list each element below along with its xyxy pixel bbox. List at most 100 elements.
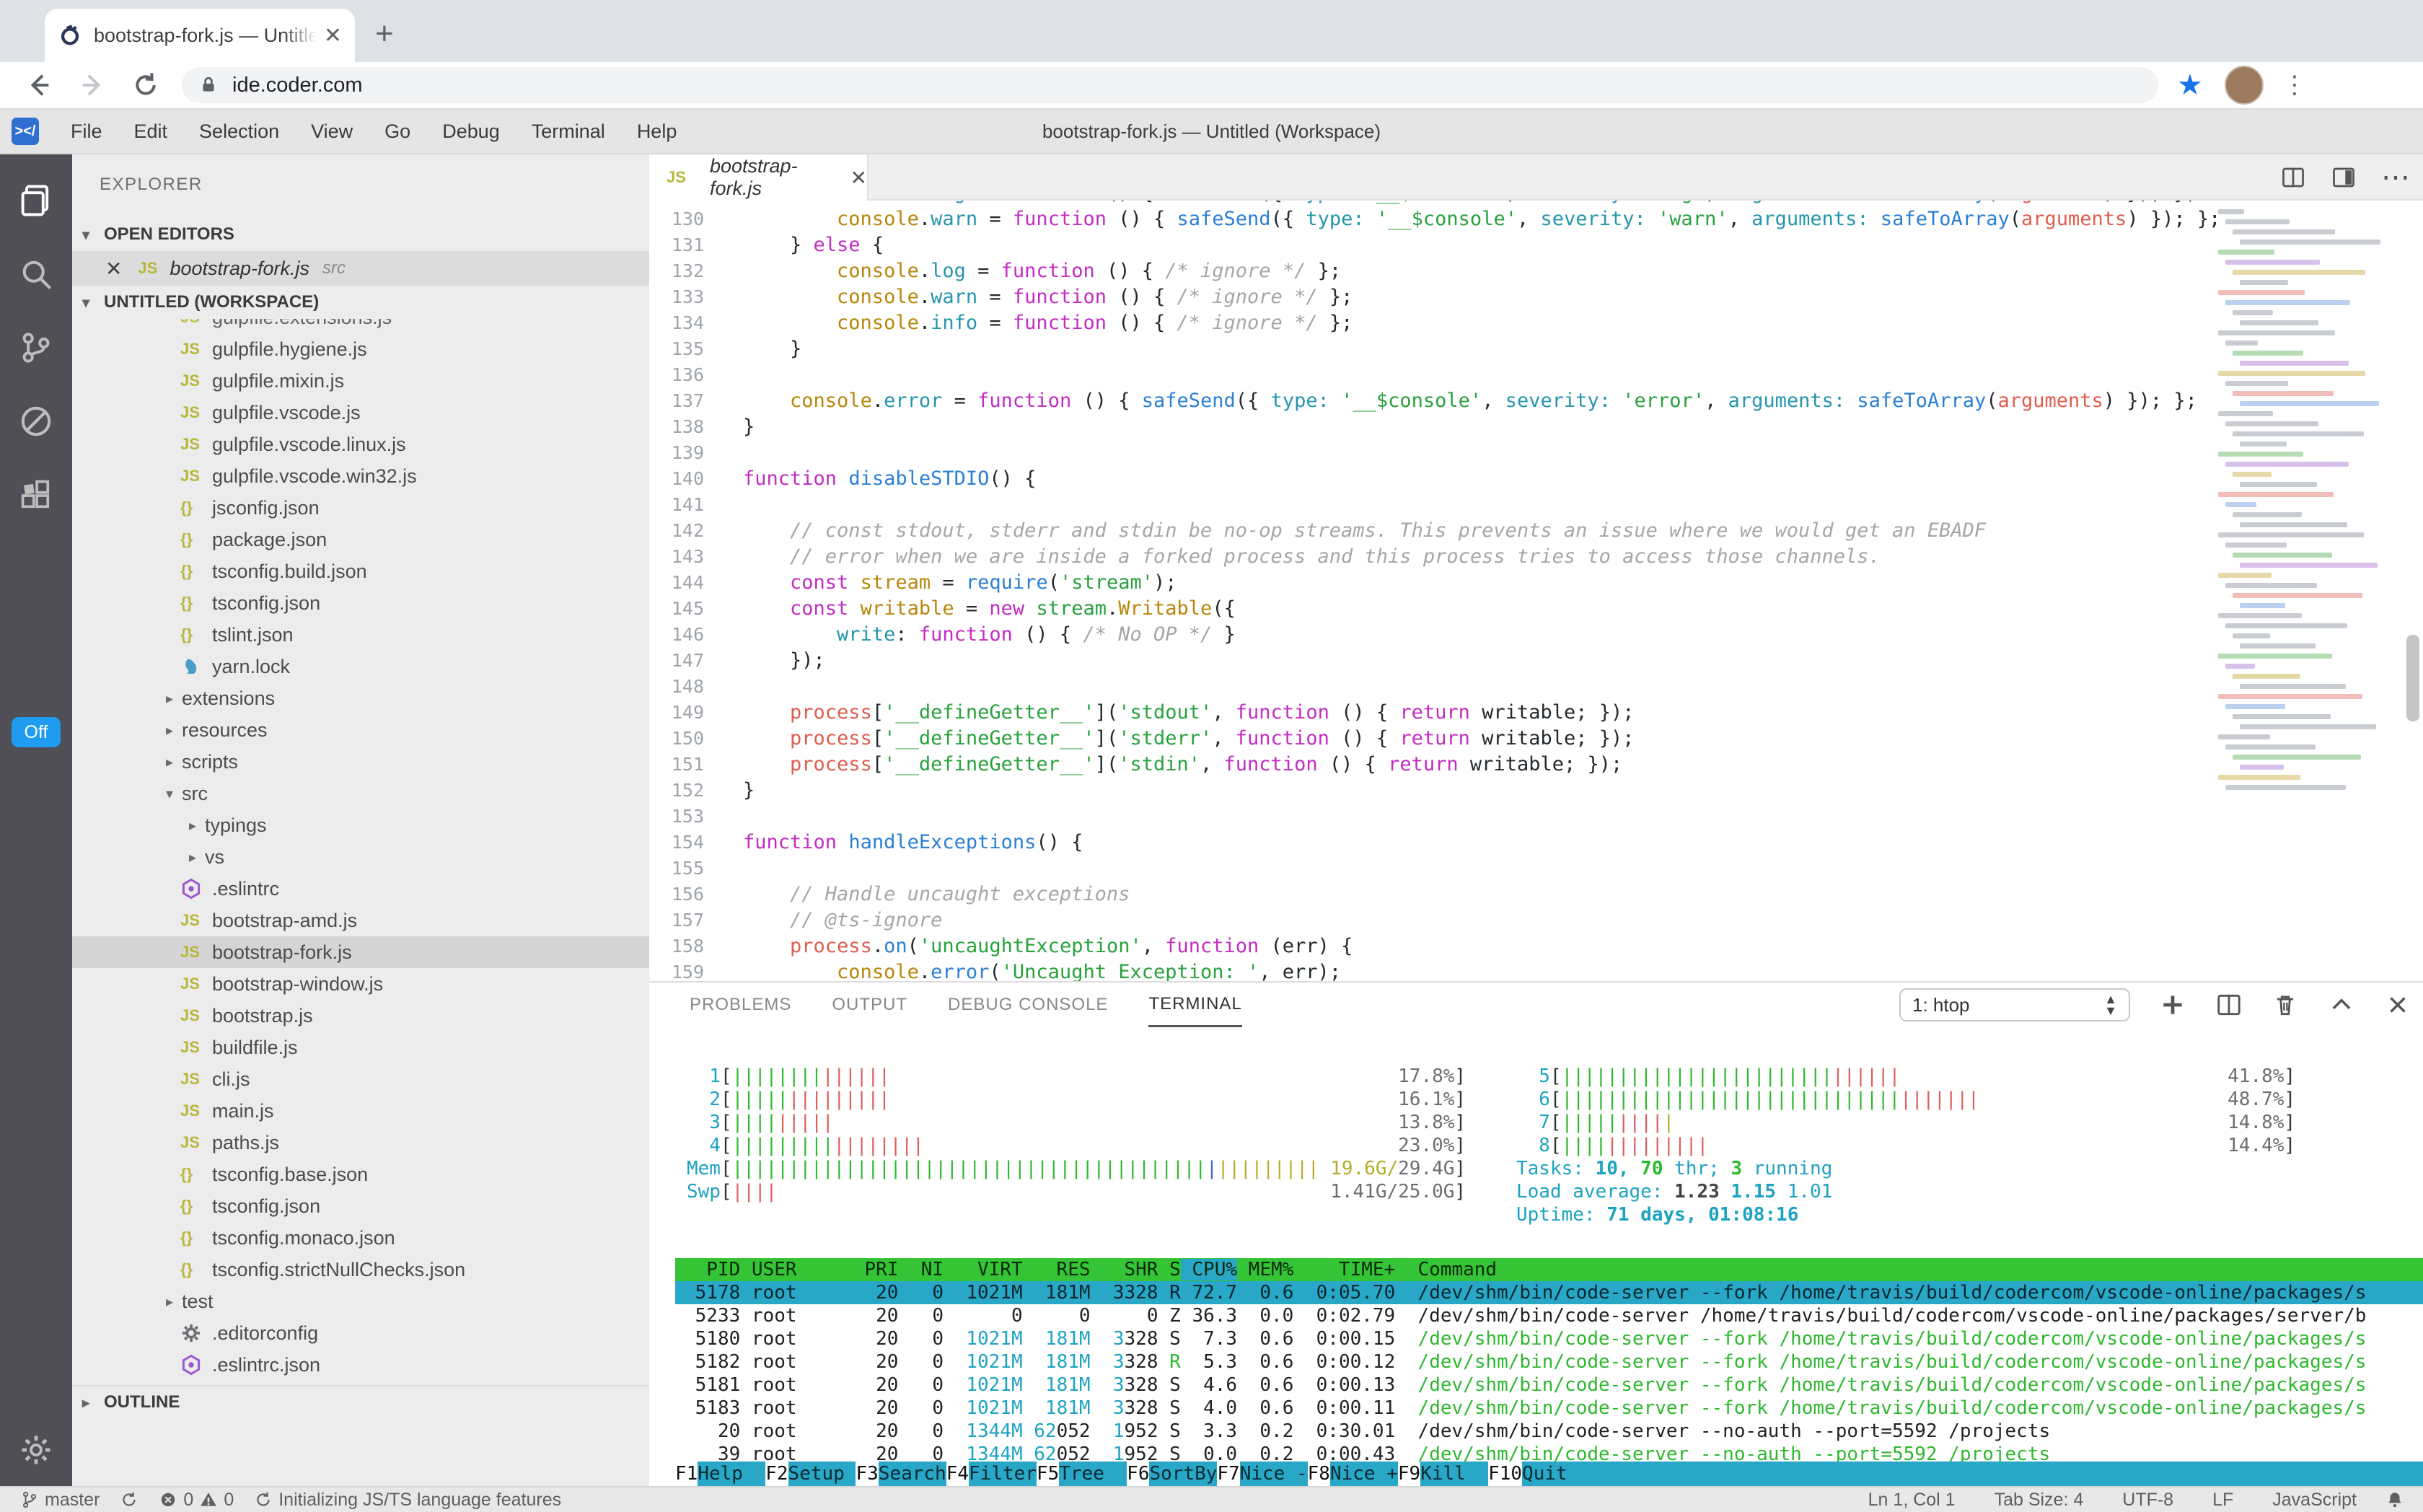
fkey-label-F6[interactable]: SortBy [1149,1462,1217,1486]
code-line-152[interactable]: 152} [649,778,2423,804]
close-panel-icon[interactable] [2384,991,2411,1019]
code-line-132[interactable]: 132 console.log = function () { /* ignor… [649,258,2423,284]
process-row-5181[interactable]: 5181 root 20 0 1021M 181M 3328 S 4.6 0.6… [675,1373,2423,1397]
browser-menu-icon[interactable]: ⋮ [2282,71,2308,100]
split-terminal-icon[interactable] [2215,991,2243,1019]
code-line-147[interactable]: 147 }); [649,648,2423,674]
sync-status[interactable] [120,1490,138,1509]
menu-item-terminal[interactable]: Terminal [532,120,605,143]
tree-folder-typings[interactable]: ▸typings [72,809,649,841]
tree-file-tsconfig.strictNullChecks.json[interactable]: {}tsconfig.strictNullChecks.json [72,1254,649,1285]
toggle-layout-icon[interactable] [2331,164,2357,190]
settings-gear-icon[interactable] [17,1431,55,1469]
tree-file-cli.js[interactable]: JScli.js [72,1063,649,1095]
process-row-5178[interactable]: 5178 root 20 0 1021M 181M 3328 R 72.7 0.… [675,1281,2423,1304]
tree-file-gulpfile.extensions.js[interactable]: JSgulpfile.extensions.js [72,319,649,333]
code-line-129[interactable]: 129 console.log = function () { safeSend… [649,201,2423,206]
forward-icon[interactable] [78,71,107,100]
explorer-icon[interactable] [17,182,55,219]
fkey-F1[interactable]: F1 [675,1462,698,1486]
tree-folder-scripts[interactable]: ▸scripts [72,746,649,778]
tree-file-bootstrap.js[interactable]: JSbootstrap.js [72,1000,649,1032]
tree-folder-extensions[interactable]: ▸extensions [72,682,649,714]
fkey-label-F4[interactable]: Filter [969,1462,1037,1486]
source-control-icon[interactable] [17,329,55,366]
code-line-154[interactable]: 154function handleExceptions() { [649,830,2423,856]
code-line-142[interactable]: 142 // const stdout, stderr and stdin be… [649,518,2423,544]
code-line-146[interactable]: 146 write: function () { /* No OP */ } [649,622,2423,648]
tree-folder-resources[interactable]: ▸resources [72,714,649,746]
menu-item-debug[interactable]: Debug [442,120,500,143]
tree-file-bootstrap-fork.js[interactable]: JSbootstrap-fork.js [72,936,649,968]
menu-item-file[interactable]: File [71,120,102,143]
online-toggle-badge[interactable]: Off [12,717,61,747]
code-line-136[interactable]: 136 [649,362,2423,388]
code-line-159[interactable]: 159 console.error('Uncaught Exception: '… [649,959,2423,981]
status-eol[interactable]: LF [2212,1490,2233,1511]
code-line-145[interactable]: 145 const writable = new stream.Writable… [649,596,2423,622]
code-editor[interactable]: 129 console.log = function () { safeSend… [649,201,2423,981]
fkey-F2[interactable]: F2 [765,1462,788,1486]
fkey-label-F1[interactable]: Help [698,1462,765,1486]
fkey-label-F7[interactable]: Nice - [1240,1462,1308,1486]
code-line-141[interactable]: 141 [649,492,2423,518]
tree-file-gulpfile.mixin.js[interactable]: JSgulpfile.mixin.js [72,365,649,397]
editor-tab-close-icon[interactable]: ✕ [850,166,867,190]
code-line-133[interactable]: 133 console.warn = function () { /* igno… [649,284,2423,310]
fkey-F3[interactable]: F3 [856,1462,878,1486]
status-cursor-position[interactable]: Ln 1, Col 1 [1868,1490,1956,1511]
tree-file-gulpfile.hygiene.js[interactable]: JSgulpfile.hygiene.js [72,333,649,365]
workspace-header[interactable]: ▾UNTITLED (WORKSPACE) [72,286,649,319]
search-icon[interactable] [17,255,55,293]
code-line-157[interactable]: 157 // @ts-ignore [649,907,2423,933]
menu-item-go[interactable]: Go [384,120,410,143]
status-language-mode[interactable]: JavaScript [2272,1490,2357,1511]
problems-status[interactable]: 0 0 [159,1490,234,1511]
code-line-158[interactable]: 158 process.on('uncaughtException', func… [649,933,2423,959]
minimap[interactable] [2218,209,2398,830]
new-terminal-icon[interactable] [2159,991,2186,1019]
new-tab-button[interactable]: + [375,16,394,52]
fkey-F8[interactable]: F8 [1308,1462,1330,1486]
fkey-F4[interactable]: F4 [946,1462,969,1486]
browser-tab[interactable]: bootstrap-fork.js — Untitled (W ✕ [45,9,355,62]
tree-file-gulpfile.vscode.js[interactable]: JSgulpfile.vscode.js [72,397,649,428]
menu-item-selection[interactable]: Selection [199,120,279,143]
code-line-138[interactable]: 138} [649,414,2423,440]
htop-output[interactable]: 1[||||||||||||||17.8%]2[||||||||||||||16… [687,1065,2423,1203]
tree-file-main.js[interactable]: JSmain.js [72,1095,649,1127]
tree-file-tsconfig.monaco.json[interactable]: {}tsconfig.monaco.json [72,1222,649,1254]
panel-tab-output[interactable]: OUTPUT [832,983,907,1027]
editor-scrollbar[interactable] [2406,635,2419,721]
tree-file-tsconfig.base.json[interactable]: {}tsconfig.base.json [72,1159,649,1190]
editor-tab[interactable]: JS bootstrap-fork.js ✕ [649,154,869,201]
tree-file-package.json[interactable]: {}package.json [72,524,649,555]
code-line-139[interactable]: 139 [649,440,2423,466]
tree-folder-vs[interactable]: ▸vs [72,841,649,873]
tree-file-tslint.json[interactable]: {}tslint.json [72,619,649,651]
git-branch-status[interactable]: master [20,1490,100,1511]
code-line-143[interactable]: 143 // error when we are inside a forked… [649,544,2423,570]
tab-close-icon[interactable]: ✕ [324,23,342,48]
fkey-F5[interactable]: F5 [1037,1462,1059,1486]
open-editors-header[interactable]: ▾OPEN EDITORS [72,218,649,251]
tree-file-.eslintrc.json[interactable]: .eslintrc.json [72,1349,649,1381]
tree-file-gulpfile.vscode.win32.js[interactable]: JSgulpfile.vscode.win32.js [72,460,649,492]
code-line-131[interactable]: 131 } else { [649,232,2423,258]
process-row-5183[interactable]: 5183 root 20 0 1021M 181M 3328 S 4.0 0.6… [675,1397,2423,1420]
tree-file-bootstrap-window.js[interactable]: JSbootstrap-window.js [72,968,649,1000]
code-line-130[interactable]: 130 console.warn = function () { safeSen… [649,206,2423,232]
refresh-icon[interactable] [131,71,160,100]
tree-file-paths.js[interactable]: JSpaths.js [72,1127,649,1159]
code-line-151[interactable]: 151 process['__defineGetter__']('stdin',… [649,752,2423,778]
code-line-140[interactable]: 140function disableSTDIO() { [649,466,2423,492]
fkey-label-F10[interactable]: Quit [1522,1462,2423,1486]
process-row-5180[interactable]: 5180 root 20 0 1021M 181M 3328 S 7.3 0.6… [675,1327,2423,1350]
tree-file-.eslintrc[interactable]: .eslintrc [72,873,649,905]
close-icon[interactable]: ✕ [105,257,122,281]
tree-file-tsconfig.json[interactable]: {}tsconfig.json [72,587,649,619]
back-icon[interactable] [25,71,53,100]
tree-file-.editorconfig[interactable]: .editorconfig [72,1317,649,1349]
menu-item-edit[interactable]: Edit [134,120,168,143]
kill-terminal-trash-icon[interactable] [2272,991,2299,1019]
